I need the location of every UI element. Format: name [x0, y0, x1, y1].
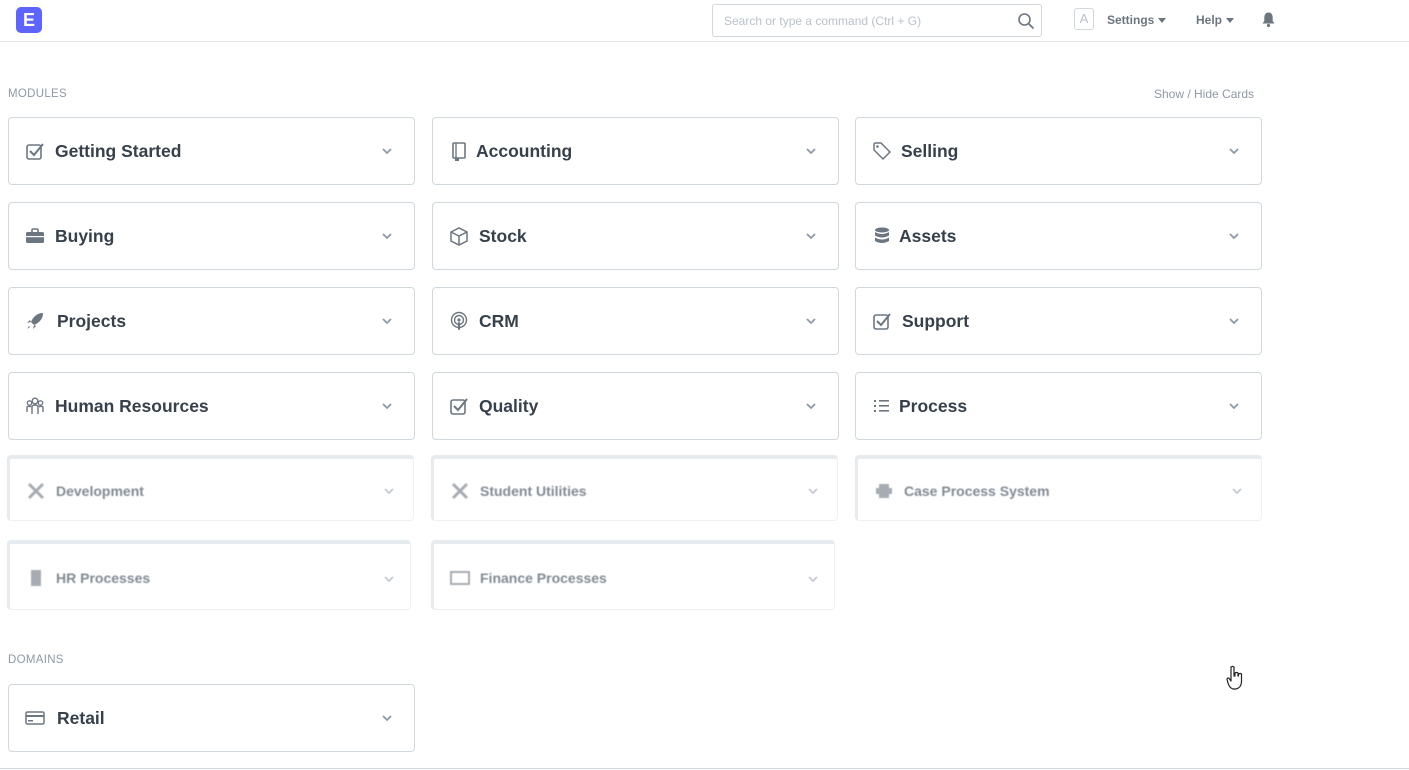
- podcast-icon: [450, 311, 468, 330]
- chevron-down-icon[interactable]: [1231, 486, 1243, 496]
- module-card-projects[interactable]: Projects: [8, 287, 415, 355]
- chevron-down-icon[interactable]: [1228, 146, 1240, 156]
- tools-icon: [451, 482, 469, 500]
- module-card-stock[interactable]: Stock: [432, 202, 839, 270]
- chevron-down-icon[interactable]: [805, 146, 817, 156]
- chevron-down-icon[interactable]: [381, 231, 393, 241]
- chevron-down-icon[interactable]: [381, 401, 393, 411]
- domain-card-retail[interactable]: Retail: [8, 684, 415, 752]
- card-title: Human Resources: [55, 396, 209, 416]
- book-icon: [452, 142, 466, 161]
- app-logo[interactable]: E: [16, 7, 42, 33]
- module-card-finance-processes[interactable]: Finance Processes: [431, 540, 835, 610]
- checkbox-icon: [450, 398, 468, 415]
- card-title: Support: [902, 311, 970, 331]
- caret-down-icon: [1158, 17, 1167, 23]
- checkbox-icon: [26, 143, 44, 160]
- card-icon: [450, 571, 470, 585]
- card-title: Finance Processes: [480, 570, 607, 586]
- database-icon: [875, 227, 889, 243]
- card-title: Quality: [479, 396, 539, 416]
- module-card-selling[interactable]: Selling: [855, 117, 1262, 185]
- card-title: CRM: [479, 311, 519, 331]
- card-title: Stock: [479, 226, 527, 246]
- card-title: Student Utilities: [480, 483, 587, 499]
- credit-card-icon: [25, 711, 45, 725]
- card-title: Buying: [55, 226, 115, 246]
- card-title: Process: [899, 396, 968, 416]
- chevron-down-icon[interactable]: [1228, 231, 1240, 241]
- chevron-down-icon[interactable]: [383, 574, 395, 584]
- card-title: Projects: [57, 311, 127, 331]
- module-card-process[interactable]: Process: [855, 372, 1262, 440]
- navbar: E A Settings Help: [0, 0, 1409, 42]
- tools-icon: [27, 482, 45, 500]
- module-card-quality[interactable]: Quality: [432, 372, 839, 440]
- module-card-student-utilities[interactable]: Student Utilities: [431, 455, 838, 521]
- box-icon: [450, 227, 468, 246]
- bell-icon[interactable]: [1261, 11, 1276, 28]
- settings-label: Settings: [1107, 13, 1155, 27]
- divider: [0, 768, 1409, 769]
- card-title: Development: [56, 483, 144, 499]
- rocket-icon: [27, 313, 43, 329]
- help-dropdown[interactable]: Help: [1196, 13, 1235, 27]
- chevron-down-icon[interactable]: [1228, 316, 1240, 326]
- module-card-getting-started[interactable]: Getting Started: [8, 117, 415, 185]
- database-icon: [31, 570, 41, 586]
- chevron-down-icon[interactable]: [805, 231, 817, 241]
- chevron-down-icon[interactable]: [805, 316, 817, 326]
- checkbox-icon: [873, 313, 891, 330]
- card-title: Accounting: [476, 141, 573, 161]
- avatar[interactable]: A: [1074, 8, 1094, 30]
- module-card-human-resources[interactable]: Human Resources: [8, 372, 415, 440]
- module-card-accounting[interactable]: Accounting: [432, 117, 839, 185]
- module-card-case-process-system[interactable]: Case Process System: [855, 455, 1262, 521]
- chevron-down-icon[interactable]: [381, 713, 393, 723]
- card-title: HR Processes: [56, 570, 151, 586]
- card-title: Case Process System: [904, 483, 1050, 499]
- module-card-crm[interactable]: CRM: [432, 287, 839, 355]
- chevron-down-icon[interactable]: [807, 574, 819, 584]
- chevron-down-icon[interactable]: [807, 486, 819, 496]
- search-bar[interactable]: [712, 4, 1042, 37]
- module-card-buying[interactable]: Buying: [8, 202, 415, 270]
- chevron-down-icon[interactable]: [381, 146, 393, 156]
- caret-down-icon: [1226, 17, 1235, 23]
- modules-label: MODULES: [8, 88, 67, 100]
- chevron-down-icon[interactable]: [383, 486, 395, 496]
- module-card-assets[interactable]: Assets: [855, 202, 1262, 270]
- module-card-development[interactable]: Development: [7, 455, 414, 521]
- module-card-hr-processes[interactable]: HR Processes: [7, 540, 411, 610]
- search-icon[interactable]: [1017, 12, 1035, 30]
- card-title: Selling: [901, 141, 959, 161]
- list-icon: [874, 400, 889, 412]
- search-input[interactable]: [713, 5, 1014, 36]
- chevron-down-icon[interactable]: [381, 316, 393, 326]
- tag-icon: [873, 142, 892, 161]
- card-title: Retail: [57, 708, 105, 728]
- show-hide-cards-link[interactable]: Show / Hide Cards: [1154, 87, 1254, 101]
- card-title: Getting Started: [55, 141, 182, 161]
- module-card-support[interactable]: Support: [855, 287, 1262, 355]
- puzzle-icon: [876, 484, 892, 498]
- chevron-down-icon[interactable]: [1228, 401, 1240, 411]
- help-label: Help: [1196, 13, 1223, 27]
- briefcase-icon: [26, 228, 44, 243]
- card-title: Assets: [899, 226, 957, 246]
- domains-label: DOMAINS: [8, 654, 64, 666]
- hand-cursor-icon: [1226, 665, 1243, 690]
- settings-dropdown[interactable]: Settings: [1107, 13, 1167, 27]
- chevron-down-icon[interactable]: [805, 401, 817, 411]
- people-icon: [26, 397, 44, 414]
